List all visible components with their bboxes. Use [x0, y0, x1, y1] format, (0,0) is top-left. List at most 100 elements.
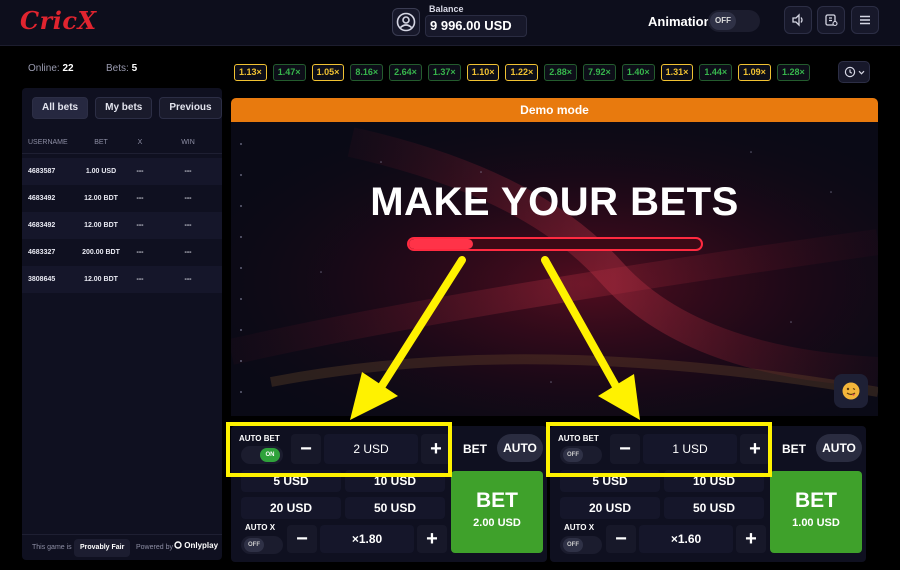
row-username: 3808645 [28, 276, 56, 283]
balance-label: Balance [429, 4, 464, 14]
decrease-multiplier-button[interactable]: − [606, 525, 636, 553]
bets-tabs: All bets My bets Previous [32, 97, 222, 119]
emoji-button[interactable] [834, 374, 868, 408]
mode-auto-tab[interactable]: AUTO [816, 434, 862, 462]
place-bet-label: BET [795, 489, 837, 512]
multiplier-chip: 8.16× [350, 63, 384, 81]
bets-panel-footer: This game is Provably Fair Powered by On… [22, 534, 222, 560]
row-win: --- [184, 249, 192, 256]
multiplier-history: 1.13× 1.47× 1.05× 8.16× 2.64× 1.37× 1.10× 1.22×… [234, 60, 832, 84]
user-avatar-button[interactable] [392, 8, 420, 36]
row-x: --- [136, 195, 144, 202]
table-row: 4683587 1.00 USD --- --- [22, 158, 222, 185]
autox-toggle[interactable]: OFF [560, 536, 602, 554]
preset-50-usd-button[interactable]: 50 USD [345, 497, 445, 519]
place-bet-label: BET [476, 489, 518, 512]
decrease-multiplier-button[interactable]: − [287, 525, 317, 553]
animation-toggle-state: OFF [710, 12, 736, 30]
col-username: USERNAME [28, 139, 68, 146]
col-win: WIN [181, 139, 195, 146]
speaker-icon [792, 13, 803, 27]
tab-all-bets[interactable]: All bets [32, 97, 89, 119]
place-bet-amount: 1.00 USD [792, 517, 840, 529]
countdown-progress-fill [409, 239, 474, 249]
row-win: --- [184, 276, 192, 283]
bets-label: Bets: [106, 63, 129, 74]
balance-value: 9 996.00 USD [425, 15, 527, 37]
autox-toggle-state: OFF [563, 538, 583, 552]
online-label: Online: [28, 63, 60, 74]
auto-cashout-stepper: − ×1.80 + [287, 525, 447, 553]
highlight-box-right [546, 422, 772, 477]
row-win: --- [184, 222, 192, 229]
animation-toggle[interactable]: OFF [708, 10, 760, 32]
hamburger-menu-icon [860, 15, 870, 25]
provider-name: Onlyplay [184, 541, 219, 550]
online-value: 22 [62, 63, 74, 74]
bets-table-body: 4683587 1.00 USD --- --- 4683492 12.00 B… [22, 158, 222, 293]
provider-logo-icon [174, 541, 182, 549]
auto-cashout-stepper: − ×1.60 + [606, 525, 766, 553]
place-bet-button[interactable]: BET 1.00 USD [770, 471, 862, 553]
multiplier-chip: 1.37× [427, 63, 461, 81]
provably-fair-button[interactable]: Provably Fair [74, 539, 131, 557]
increase-multiplier-button[interactable]: + [417, 525, 447, 553]
table-row: 3808645 12.00 BDT --- --- [22, 266, 222, 293]
row-bet: 12.00 BDT [84, 276, 118, 283]
provider-logo: Onlyplay [174, 541, 218, 550]
multiplier-chip: 7.92× [583, 63, 616, 81]
mode-auto-tab[interactable]: AUTO [497, 434, 543, 462]
row-x: --- [136, 249, 144, 256]
mode-bet-tab[interactable]: BET [782, 442, 806, 456]
preset-20-usd-button[interactable]: 20 USD [560, 497, 660, 519]
multiplier-chip: 1.09× [738, 63, 771, 81]
row-win: --- [184, 168, 192, 175]
increase-multiplier-button[interactable]: + [736, 525, 766, 553]
multiplier-chip: 1.10× [466, 63, 500, 81]
game-stage: MAKE YOUR BETS [231, 122, 878, 416]
animation-label: Animation [648, 14, 712, 29]
bets-count: Bets: 5 [106, 63, 137, 74]
bets-panel: All bets My bets Previous USERNAME BET X… [22, 88, 222, 560]
autox-toggle[interactable]: OFF [241, 536, 283, 554]
wallet-button[interactable] [817, 6, 845, 34]
tab-my-bets[interactable]: My bets [95, 97, 153, 119]
auto-cashout-input[interactable]: ×1.60 [639, 525, 733, 553]
make-your-bets-headline: MAKE YOUR BETS [370, 180, 739, 224]
preset-50-usd-button[interactable]: 50 USD [664, 497, 764, 519]
tab-previous[interactable]: Previous [159, 97, 222, 119]
multiplier-chip: 2.88× [544, 63, 578, 81]
multiplier-chip: 1.13× [234, 63, 267, 81]
row-x: --- [136, 222, 144, 229]
preset-20-usd-button[interactable]: 20 USD [241, 497, 341, 519]
game-logo: CricX [20, 6, 97, 35]
row-bet: 200.00 BDT [82, 249, 120, 256]
mode-bet-tab[interactable]: BET [463, 442, 487, 456]
sound-button[interactable] [784, 6, 812, 34]
row-username: 4683492 [28, 222, 56, 229]
top-bar: CricX Balance 9 996.00 USD Animation OFF [0, 0, 900, 46]
demo-mode-banner: Demo mode [231, 98, 878, 122]
col-bet: BET [94, 139, 108, 146]
emoji-face-icon [842, 382, 860, 400]
table-row: 4683327 200.00 BDT --- --- [22, 239, 222, 266]
row-win: --- [184, 195, 192, 202]
row-bet: 12.00 BDT [84, 195, 118, 202]
multiplier-chip: 1.44× [699, 63, 733, 81]
stage-background [231, 122, 878, 416]
multiplier-chip: 1.28× [776, 63, 810, 81]
user-circle-icon [396, 12, 416, 32]
row-x: --- [136, 168, 144, 175]
multiplier-chip: 1.22× [505, 63, 539, 81]
table-row: 4683492 12.00 BDT --- --- [22, 185, 222, 212]
row-username: 4683327 [28, 249, 56, 256]
menu-button[interactable] [851, 6, 879, 34]
multiplier-chip: 1.40× [621, 63, 655, 81]
place-bet-button[interactable]: BET 2.00 USD [451, 471, 543, 553]
history-button[interactable] [838, 61, 870, 83]
row-x: --- [136, 276, 144, 283]
history-clock-icon [844, 66, 855, 78]
row-bet: 1.00 USD [85, 168, 117, 175]
auto-cashout-input[interactable]: ×1.80 [320, 525, 414, 553]
table-row: 4683492 12.00 BDT --- --- [22, 212, 222, 239]
